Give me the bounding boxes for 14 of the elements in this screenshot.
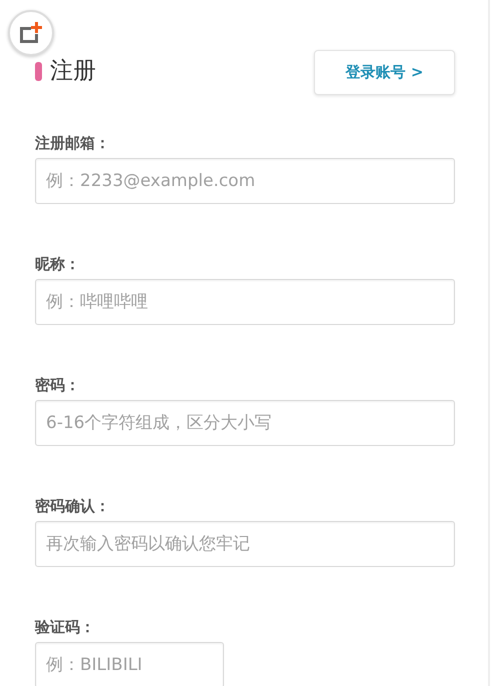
- input-field[interactable]: 例：哔哩哔哩: [35, 279, 455, 325]
- input-field[interactable]: 6-16个字符组成，区分大小写: [35, 400, 455, 446]
- input-field[interactable]: 例：BILIBILI: [35, 642, 224, 686]
- field-label: 注册邮箱：: [35, 134, 110, 152]
- title-marker: [35, 62, 42, 81]
- field-label: 昵称：: [35, 255, 80, 273]
- page-title: 注册: [50, 57, 96, 86]
- field-label: 密码：: [35, 376, 80, 394]
- input-field[interactable]: 再次输入密码以确认您牢记: [35, 521, 455, 567]
- field-label: 验证码：: [35, 618, 95, 636]
- add-icon[interactable]: [18, 21, 44, 45]
- input-field[interactable]: 例：2233@example.com: [35, 158, 455, 204]
- field-label: 密码确认：: [35, 497, 110, 515]
- login-button[interactable]: 登录账号 >: [314, 50, 455, 95]
